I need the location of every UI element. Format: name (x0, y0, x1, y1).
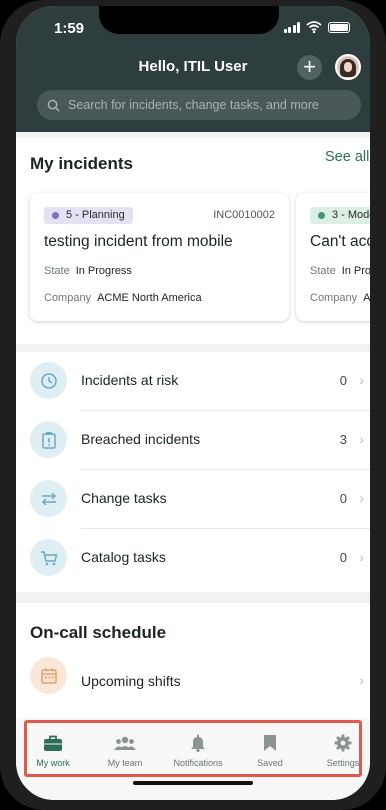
incident-title: Can't acce (310, 233, 370, 250)
priority-chip: 5 - Planning (44, 207, 133, 224)
incident-card[interactable]: 3 - Mode Can't acce StateIn Progr Compan… (296, 193, 370, 321)
list-item-label: Breached incidents (81, 431, 201, 447)
camera-notch (99, 6, 279, 34)
bookmark-icon (235, 732, 305, 754)
status-time: 1:59 (54, 20, 85, 37)
incident-card[interactable]: 5 - Planning INC0010002 testing incident… (30, 193, 289, 321)
tab-label: Notifications (173, 758, 223, 768)
tab-label: My work (36, 758, 70, 768)
swap-arrows-icon (30, 480, 67, 517)
tab-saved[interactable]: Saved (235, 732, 305, 768)
search-input[interactable]: Search for incidents, change tasks, and … (37, 90, 361, 120)
list-item-label: Change tasks (81, 490, 167, 506)
search-placeholder: Search for incidents, change tasks, and … (68, 98, 319, 112)
list-item-label: Incidents at risk (81, 372, 179, 388)
signal-icon (283, 21, 300, 33)
cart-icon (30, 539, 67, 576)
upcoming-shifts-link[interactable]: Upcoming shifts (81, 673, 181, 689)
bell-icon (163, 732, 233, 754)
list-item-breached-incidents[interactable]: Breached incidents 3 › (16, 411, 370, 470)
user-avatar[interactable] (335, 54, 361, 80)
add-button[interactable]: + (297, 55, 322, 80)
priority-dot (318, 212, 325, 219)
tab-label: Settings (326, 758, 360, 768)
calendar-icon (30, 657, 67, 694)
my-incidents-title: My incidents (30, 154, 133, 173)
list-item-count: 0 (339, 550, 347, 565)
incident-state: StateIn Progr (310, 265, 370, 277)
alert-clipboard-icon (30, 421, 67, 458)
chevron-right-icon: › (359, 490, 364, 506)
on-call-title: On-call schedule (30, 623, 167, 642)
tab-notifications[interactable]: Notifications (163, 732, 233, 768)
list-item-count: 3 (339, 432, 347, 447)
tab-my-work[interactable]: My work (18, 732, 88, 768)
bottom-tab-bar: My work My team Notifications Saved Sett… (16, 718, 370, 800)
chevron-right-icon: › (359, 431, 364, 447)
list-item-incidents-at-risk[interactable]: Incidents at risk 0 › (16, 352, 370, 411)
my-incidents-section: My incidents See all 5 - Planning INC001… (16, 138, 370, 344)
list-item-count: 0 (339, 373, 347, 388)
search-icon (47, 99, 60, 112)
home-indicator (133, 781, 253, 785)
chevron-right-icon: › (359, 372, 364, 388)
list-item-label: Catalog tasks (81, 549, 166, 565)
incident-number: INC0010002 (213, 209, 275, 221)
priority-dot (52, 212, 59, 219)
tab-settings[interactable]: Settings (308, 732, 370, 768)
clock-icon (30, 362, 67, 399)
app-header: 1:59 Hello, ITIL User + Search for incid… (16, 6, 370, 132)
tab-label: My team (107, 758, 143, 768)
status-icons (283, 21, 350, 33)
team-icon (90, 732, 160, 754)
tab-my-team[interactable]: My team (90, 732, 160, 768)
work-list: Incidents at risk 0 › Breached incidents… (16, 352, 370, 592)
app-screen: 1:59 Hello, ITIL User + Search for incid… (16, 6, 370, 800)
incident-company: CompanyAC (310, 292, 370, 304)
battery-icon (328, 21, 350, 33)
incident-state: State In Progress (44, 265, 132, 277)
list-item-count: 0 (339, 491, 347, 506)
incident-title: testing incident from mobile (44, 233, 233, 250)
wifi-icon (306, 21, 322, 33)
see-all-link[interactable]: See all (325, 149, 369, 165)
phone-frame: 1:59 Hello, ITIL User + Search for incid… (0, 0, 386, 810)
gear-icon (308, 732, 370, 754)
on-call-section: On-call schedule Upcoming shifts › (16, 603, 370, 723)
priority-chip: 3 - Mode (310, 207, 370, 224)
tab-label: Saved (257, 758, 283, 768)
chevron-right-icon: › (359, 672, 364, 688)
list-item-catalog-tasks[interactable]: Catalog tasks 0 › (16, 529, 370, 588)
chevron-right-icon: › (359, 549, 364, 565)
list-item-change-tasks[interactable]: Change tasks 0 › (16, 470, 370, 529)
briefcase-icon (18, 732, 88, 754)
incident-company: Company ACME North America (44, 292, 202, 304)
